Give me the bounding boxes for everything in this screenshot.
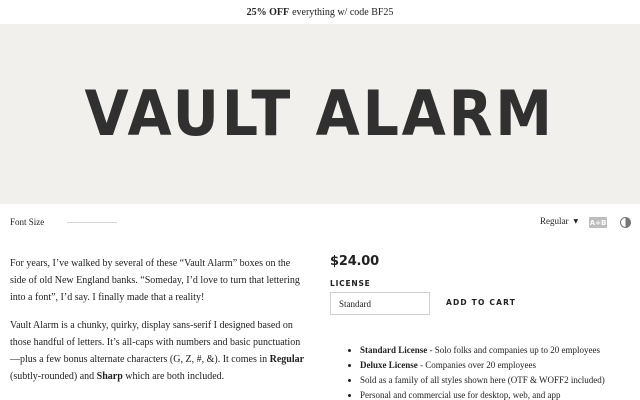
license-select[interactable]: Standard [330,292,430,315]
promo-banner: 25% OFF everything w/ code BF25 [0,0,640,24]
style-dropdown[interactable]: Regular ▼ [540,216,578,226]
feature-text: - Companies over 20 employees [417,360,536,370]
font-description: For years, I’ve walked by several of the… [10,255,305,396]
specimen-text[interactable]: VAULT ALARM [85,77,555,150]
description-text: (subtly-rounded) and [10,371,97,382]
contrast-icon[interactable] [620,217,631,228]
style-name-regular: Regular [269,354,305,365]
preview-controls: Font Size Regular ▼ A+B [0,212,640,234]
font-specimen-preview[interactable]: VAULT ALARM [0,24,640,204]
price: $24.00 [330,254,379,269]
list-item: Personal and commercial use for desktop,… [360,388,635,400]
font-size-slider[interactable] [67,222,117,223]
style-selected-value: Regular [540,216,569,226]
feature-title: Standard License [360,345,428,355]
chevron-down-icon: ▼ [573,217,579,225]
description-text: Vault Alarm is a chunky, quirky, display… [10,320,301,365]
feature-title: Deluxe License [360,360,418,370]
list-item: Sold as a family of all styles shown her… [360,373,635,388]
list-item: Standard License - Solo folks and compan… [360,343,635,358]
description-paragraph-1: For years, I’ve walked by several of the… [10,258,300,303]
purchase-panel: $24.00 LICENSE Standard ADD TO CART [330,254,630,315]
license-label: LICENSE [330,279,371,288]
description-paragraph-2: Vault Alarm is a chunky, quirky, display… [10,317,305,385]
license-features-list: Standard License - Solo folks and compan… [360,343,635,400]
glyph-alternates-toggle[interactable]: A+B [589,217,607,228]
feature-text: Personal and commercial use for desktop,… [360,390,561,400]
feature-text: Sold as a family of all styles shown her… [360,375,605,385]
feature-text: - Solo folks and companies up to 20 empl… [427,345,600,355]
font-size-label: Font Size [10,217,45,227]
add-to-cart-button[interactable]: ADD TO CART [446,298,516,307]
promo-highlight: 25% OFF [246,6,290,18]
description-text: which are both included. [122,371,225,382]
style-name-sharp: Sharp [96,371,123,382]
list-item: Deluxe License - Companies over 20 emplo… [360,358,635,373]
promo-text: everything w/ code BF25 [292,6,394,18]
